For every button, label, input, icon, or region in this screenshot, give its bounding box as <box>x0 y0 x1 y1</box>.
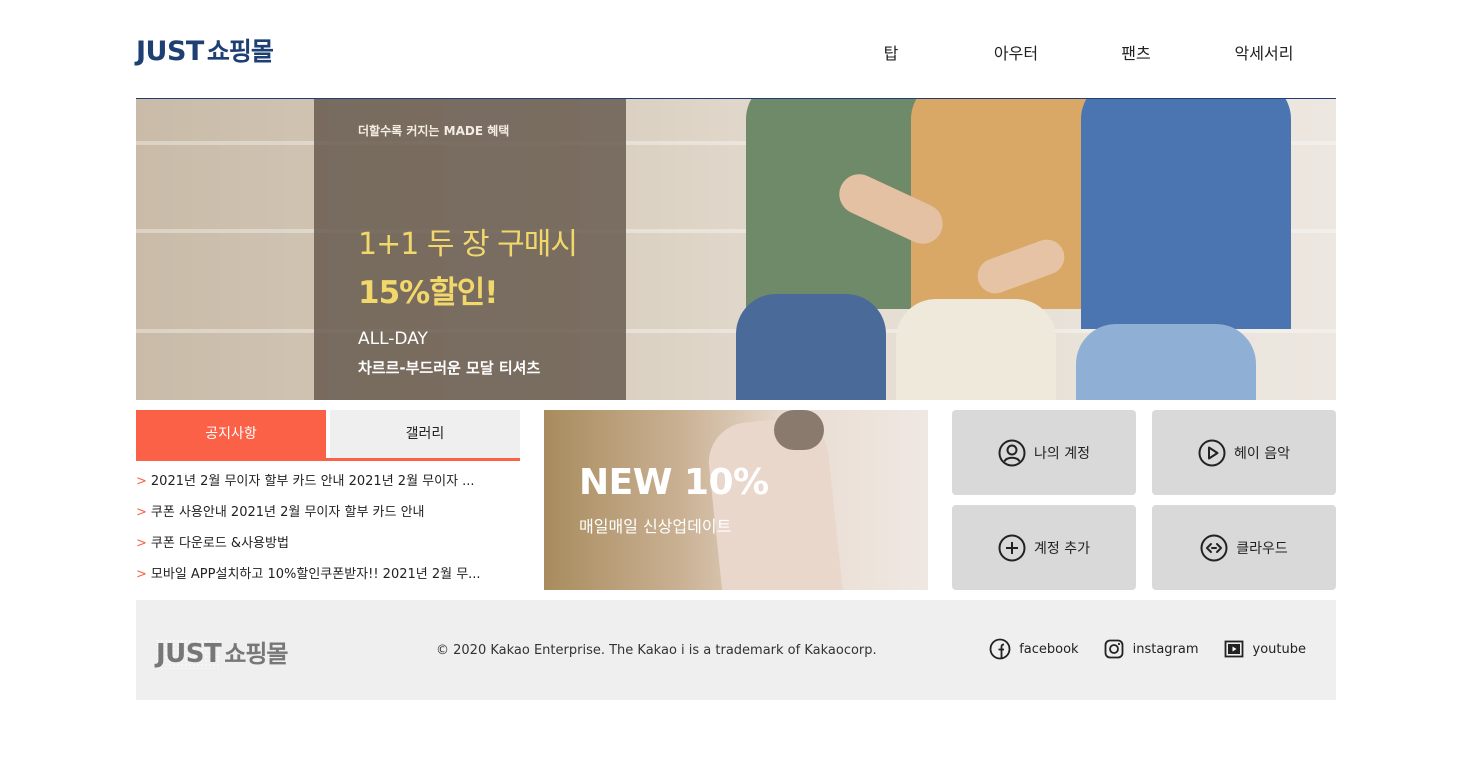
hero-sub-title: ALL-DAY <box>358 329 428 349</box>
notice-item-text: 쿠폰 사용안내 2021년 2월 무이자 할부 카드 안내 <box>150 505 425 520</box>
tab-notice[interactable]: 공지사항 <box>136 410 326 458</box>
chevron-right-icon: > <box>136 474 147 489</box>
main-nav: 탑 아우터 팬츠 악세서리 <box>876 40 1296 64</box>
footer-logo-text-en: JUST <box>156 639 222 669</box>
model-blue-shirt <box>1081 99 1291 329</box>
hero-banner[interactable]: 더할수록 커지는 MADE 혜택 1+1 두 장 구매시 15%할인! ALL-… <box>136 99 1336 400</box>
notice-item[interactable]: > 쿠폰 사용안내 2021년 2월 무이자 할부 카드 안내 <box>136 497 520 528</box>
footer: JUST 쇼핑몰 © 2020 Kakao Enterprise. The Ka… <box>136 600 1336 700</box>
quick-link-label: 나의 계정 <box>1034 445 1090 462</box>
social-link-instagram[interactable]: instagram <box>1103 638 1199 660</box>
chevron-right-icon: > <box>136 505 147 520</box>
cloud-link-icon <box>1200 534 1228 562</box>
promo-subtitle: 매일매일 신상업데이트 <box>579 517 732 536</box>
model-jeans <box>736 294 886 400</box>
notice-list: >2021년 2월 무이자 할부 카드 안내 2021년 2월 무이자 ... … <box>136 466 520 590</box>
notice-tabs: 공지사항 갤러리 <box>136 410 520 461</box>
logo-text-en: JUST <box>136 36 204 67</box>
quick-link-label: 헤이 음악 <box>1234 445 1290 462</box>
notice-item[interactable]: > 쿠폰 다운로드 &사용방법 <box>136 528 520 559</box>
social-label: instagram <box>1132 641 1199 657</box>
notice-item-text: 모바일 APP설치하고 10%할인쿠폰받자!! 2021년 2월 무... <box>150 567 481 582</box>
footer-logo[interactable]: JUST 쇼핑몰 <box>156 634 289 669</box>
plus-circle-icon <box>998 534 1026 562</box>
social-link-youtube[interactable]: youtube <box>1223 638 1306 660</box>
user-circle-icon <box>998 439 1026 467</box>
header: JUST 쇼핑몰 탑 아우터 팬츠 악세서리 <box>136 0 1336 99</box>
quick-link-add-account[interactable]: 계정 추가 <box>952 505 1136 590</box>
hero-tagline: 더할수록 커지는 MADE 혜택 <box>358 124 510 138</box>
facebook-icon <box>989 638 1011 660</box>
model-white-pants <box>896 299 1056 400</box>
instagram-icon <box>1103 638 1125 660</box>
site-logo[interactable]: JUST 쇼핑몰 <box>136 32 274 68</box>
promo-title: NEW 10% <box>579 462 769 503</box>
notice-item-text: 2021년 2월 무이자 할부 카드 안내 2021년 2월 무이자 ... <box>150 474 475 489</box>
hero-discount: 15%할인! <box>358 275 498 311</box>
social-label: youtube <box>1252 641 1306 657</box>
promo-banner[interactable]: NEW 10% 매일매일 신상업데이트 <box>544 410 928 590</box>
promo-model-hair <box>774 410 824 450</box>
nav-item-outer[interactable]: 아우터 <box>992 40 1040 64</box>
quick-link-my-account[interactable]: 나의 계정 <box>952 410 1136 495</box>
footer-logo-text-ko: 쇼핑몰 <box>224 640 288 668</box>
quick-link-music[interactable]: 헤이 음악 <box>1152 410 1336 495</box>
page: JUST 쇼핑몰 탑 아우터 팬츠 악세서리 더할수록 커지는 MADE 혜택 … <box>0 0 1479 777</box>
notice-item-text: 쿠폰 다운로드 &사용방법 <box>150 536 289 551</box>
social-link-facebook[interactable]: facebook <box>989 638 1079 660</box>
model-light-jeans <box>1076 324 1256 400</box>
nav-item-top[interactable]: 탑 <box>876 40 906 64</box>
nav-item-accessory[interactable]: 악세서리 <box>1232 40 1296 64</box>
chevron-right-icon: > <box>136 536 147 551</box>
social-links: facebook instagram youtube <box>989 638 1306 660</box>
nav-item-pants[interactable]: 팬츠 <box>1120 40 1152 64</box>
play-circle-icon <box>1198 439 1226 467</box>
quick-link-cloud[interactable]: 클라우드 <box>1152 505 1336 590</box>
notice-item[interactable]: >2021년 2월 무이자 할부 카드 안내 2021년 2월 무이자 ... <box>136 466 520 497</box>
quick-link-label: 클라우드 <box>1236 540 1288 557</box>
social-label: facebook <box>1019 641 1079 657</box>
logo-text-ko: 쇼핑몰 <box>206 37 274 66</box>
tab-gallery[interactable]: 갤러리 <box>330 410 520 458</box>
chevron-right-icon: > <box>136 567 147 582</box>
hero-sub-desc: 차르르-부드러운 모달 티셔츠 <box>358 359 541 377</box>
notice-item[interactable]: > 모바일 APP설치하고 10%할인쿠폰받자!! 2021년 2월 무... <box>136 559 520 590</box>
footer-copyright: © 2020 Kakao Enterprise. The Kakao i is … <box>436 643 877 658</box>
quick-link-label: 계정 추가 <box>1034 540 1090 557</box>
youtube-icon <box>1223 638 1245 660</box>
hero-headline: 1+1 두 장 구매시 <box>358 227 578 262</box>
